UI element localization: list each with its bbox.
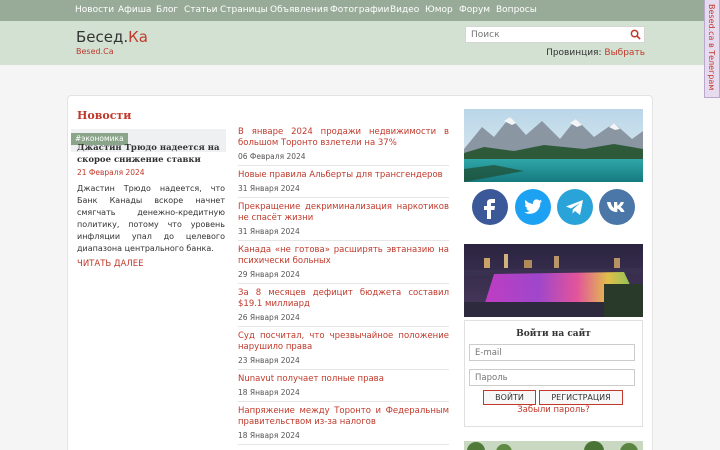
news-item-title[interactable]: Прекращение декриминализация наркотиков … <box>238 202 449 224</box>
nav-item-news[interactable]: Новости <box>75 5 114 15</box>
login-title: Войти на сайт <box>516 329 591 339</box>
section-title: Новости <box>77 109 132 122</box>
sidebar-bottom-photo[interactable] <box>464 438 643 450</box>
news-item: Прекращение декриминализация наркотиков … <box>238 202 449 241</box>
news-item-date: 18 Января 2024 <box>238 431 300 440</box>
nav-item-humor[interactable]: Юмор <box>425 5 453 15</box>
featured-date: 21 Февраля 2024 <box>77 168 145 177</box>
nav-item-articles[interactable]: Статьи <box>184 5 217 15</box>
news-item-date: 06 Февраля 2024 <box>238 152 306 161</box>
province-label: Провинция: <box>546 48 602 58</box>
search-icon[interactable] <box>630 29 641 40</box>
news-item: В январе 2024 продажи недвижимости в бол… <box>238 127 449 166</box>
province-selector: Провинция: Выбрать <box>546 48 645 58</box>
site-logo[interactable]: Бесед.Ка <box>76 28 148 46</box>
email-field[interactable] <box>469 344 635 361</box>
news-item-title[interactable]: Канада «не готова» расширять эвтаназию н… <box>238 245 449 267</box>
news-item-date: 31 Января 2024 <box>238 227 300 236</box>
search-input[interactable] <box>466 27 626 42</box>
news-item-date: 23 Января 2024 <box>238 356 300 365</box>
news-item: Nunavut получает полные права 18 Января … <box>238 374 449 402</box>
nav-item-blog[interactable]: Блог <box>156 5 178 15</box>
nav-item-afisha[interactable]: Афиша <box>118 5 151 15</box>
news-item-date: 26 Января 2024 <box>238 313 300 322</box>
news-list: В январе 2024 продажи недвижимости в бол… <box>238 127 449 449</box>
login-button[interactable]: ВОЙТИ <box>483 390 536 405</box>
featured-text: Джастин Трюдо надеется, что Банк Канады … <box>77 184 225 253</box>
telegram-side-tab[interactable]: Besed.ca в Телеграм <box>704 0 720 98</box>
news-item: Напряжение между Торонто и Федеральным п… <box>238 406 449 445</box>
nav-item-ads[interactable]: Объявления <box>270 5 328 15</box>
password-field[interactable] <box>469 369 635 386</box>
nav-item-forum[interactable]: Форум <box>459 5 490 15</box>
news-item: Канада «не готова» расширять эвтаназию н… <box>238 245 449 284</box>
site-header: Бесед.Ка Besed.Ca Провинция: Выбрать <box>0 21 720 65</box>
logo-subtitle: Besed.Ca <box>76 47 114 56</box>
news-item-title[interactable]: В январе 2024 продажи недвижимости в бол… <box>238 127 449 149</box>
nav-item-photos[interactable]: Фотографии <box>330 5 389 15</box>
news-item-date: 29 Января 2024 <box>238 270 300 279</box>
news-item-date: 18 Января 2024 <box>238 388 300 397</box>
nav-item-questions[interactable]: Вопросы <box>496 5 537 15</box>
province-select-link[interactable]: Выбрать <box>604 48 645 58</box>
featured-title[interactable]: Джастин Трюдо надеется на скорое снижени… <box>77 142 229 166</box>
news-item: Суд посчитал, что чрезвычайное положение… <box>238 331 449 370</box>
news-item: Новые правила Альберты для трансгендеров… <box>238 170 449 198</box>
nav-item-pages[interactable]: Страницы <box>220 5 268 15</box>
search-box <box>465 26 645 43</box>
top-navigation: Новости Афиша Блог Статьи Страницы Объяв… <box>0 0 720 21</box>
login-panel: Войти на сайт ВОЙТИ РЕГИСТРАЦИЯ Забыли п… <box>464 320 643 427</box>
news-item-date: 31 Января 2024 <box>238 184 300 193</box>
facebook-icon[interactable] <box>472 189 508 225</box>
forgot-password-link[interactable]: Забыли пароль? <box>465 405 642 415</box>
nav-item-video[interactable]: Видео <box>390 5 419 15</box>
news-item-title[interactable]: Nunavut получает полные права <box>238 374 449 385</box>
news-item-title[interactable]: Новые правила Альберты для трансгендеров <box>238 170 449 181</box>
news-item: За 8 месяцев дефицит бюджета составил $1… <box>238 288 449 327</box>
twitter-icon[interactable] <box>515 189 551 225</box>
sidebar-lake-photo[interactable] <box>464 109 643 182</box>
telegram-icon[interactable] <box>557 189 593 225</box>
telegram-tab-label: Besed.ca в Телеграм <box>707 4 716 91</box>
news-item-title[interactable]: Напряжение между Торонто и Федеральным п… <box>238 406 449 428</box>
vk-icon[interactable] <box>599 189 635 225</box>
sidebar-waterfall-photo[interactable] <box>464 244 643 317</box>
news-item-title[interactable]: За 8 месяцев дефицит бюджета составил $1… <box>238 288 449 310</box>
read-more-link[interactable]: ЧИТАТЬ ДАЛЕЕ <box>77 259 144 269</box>
logo-accent: Ка <box>128 28 148 46</box>
register-button[interactable]: РЕГИСТРАЦИЯ <box>539 390 623 405</box>
logo-main: Бесед. <box>76 28 129 46</box>
news-item-title[interactable]: Суд посчитал, что чрезвычайное положение… <box>238 331 449 353</box>
